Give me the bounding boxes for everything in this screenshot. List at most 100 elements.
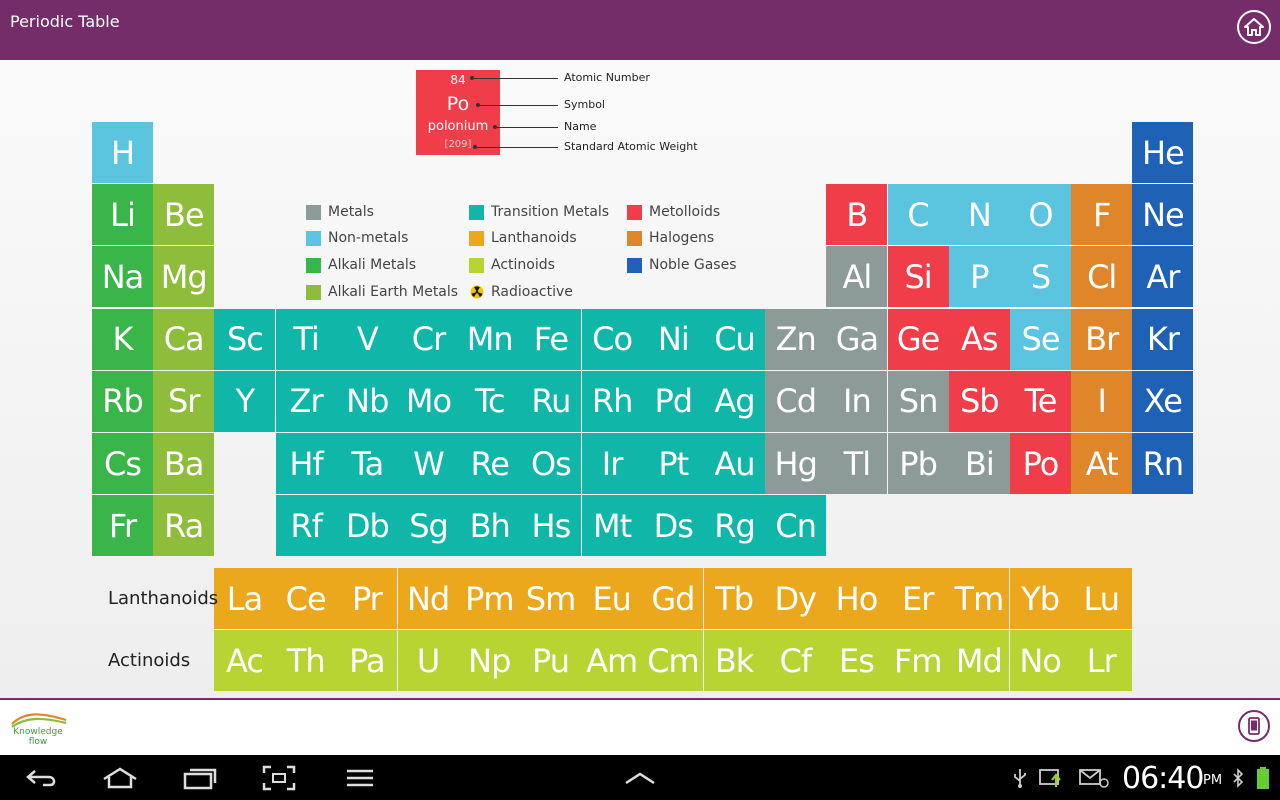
- element-pr[interactable]: Pr: [336, 568, 398, 629]
- element-ta[interactable]: Ta: [336, 433, 398, 494]
- element-w[interactable]: W: [398, 433, 459, 494]
- element-rb[interactable]: Rb: [92, 370, 153, 432]
- element-al[interactable]: Al: [826, 246, 888, 308]
- home-button[interactable]: [1237, 10, 1271, 44]
- element-li[interactable]: Li: [92, 184, 153, 246]
- show-more-button[interactable]: [622, 763, 658, 793]
- element-no[interactable]: No: [1009, 630, 1071, 691]
- element-re[interactable]: Re: [459, 433, 521, 494]
- element-po[interactable]: Po: [1010, 433, 1071, 494]
- element-nb[interactable]: Nb: [336, 370, 398, 432]
- element-eu[interactable]: Eu: [581, 568, 643, 629]
- element-hs[interactable]: Hs: [520, 495, 582, 557]
- element-pt[interactable]: Pt: [642, 433, 704, 494]
- element-ga[interactable]: Ga: [826, 308, 888, 370]
- element-la[interactable]: La: [214, 568, 275, 629]
- element-hf[interactable]: Hf: [275, 433, 337, 494]
- element-at[interactable]: At: [1071, 433, 1133, 494]
- element-md[interactable]: Md: [948, 630, 1010, 691]
- element-ar[interactable]: Ar: [1132, 246, 1194, 308]
- menu-button[interactable]: [344, 763, 376, 793]
- element-nd[interactable]: Nd: [397, 568, 459, 629]
- element-se[interactable]: Se: [1010, 308, 1071, 370]
- element-tb[interactable]: Tb: [703, 568, 765, 629]
- element-am[interactable]: Am: [581, 630, 643, 691]
- element-tm[interactable]: Tm: [948, 568, 1010, 629]
- element-cs[interactable]: Cs: [92, 433, 153, 494]
- element-tc[interactable]: Tc: [459, 370, 521, 432]
- element-ti[interactable]: Ti: [275, 308, 337, 370]
- element-h[interactable]: H: [92, 122, 153, 183]
- element-c[interactable]: C: [887, 184, 949, 246]
- element-ge[interactable]: Ge: [887, 308, 949, 370]
- element-sr[interactable]: Sr: [153, 370, 215, 432]
- element-ds[interactable]: Ds: [642, 495, 704, 557]
- element-k[interactable]: K: [92, 308, 153, 370]
- element-ir[interactable]: Ir: [581, 433, 643, 494]
- element-f[interactable]: F: [1071, 184, 1133, 246]
- element-br[interactable]: Br: [1071, 308, 1133, 370]
- element-dy[interactable]: Dy: [764, 568, 826, 629]
- element-mo[interactable]: Mo: [398, 370, 459, 432]
- recent-apps-button[interactable]: [182, 763, 218, 793]
- element-gd[interactable]: Gd: [642, 568, 704, 629]
- element-o[interactable]: O: [1010, 184, 1071, 246]
- element-rf[interactable]: Rf: [275, 495, 337, 557]
- element-cu[interactable]: Cu: [704, 308, 765, 370]
- element-sc[interactable]: Sc: [214, 308, 276, 370]
- element-kr[interactable]: Kr: [1132, 308, 1194, 370]
- element-th[interactable]: Th: [275, 630, 337, 691]
- element-te[interactable]: Te: [1010, 370, 1071, 432]
- element-zr[interactable]: Zr: [275, 370, 337, 432]
- element-b[interactable]: B: [826, 184, 888, 246]
- element-u[interactable]: U: [397, 630, 459, 691]
- element-cm[interactable]: Cm: [642, 630, 704, 691]
- element-s[interactable]: S: [1010, 246, 1071, 308]
- element-ce[interactable]: Ce: [275, 568, 337, 629]
- element-lr[interactable]: Lr: [1070, 630, 1132, 691]
- screenshot-button[interactable]: [262, 763, 296, 793]
- element-y[interactable]: Y: [214, 370, 276, 432]
- device-button[interactable]: [1238, 710, 1270, 742]
- element-pu[interactable]: Pu: [520, 630, 581, 691]
- home-nav-button[interactable]: [100, 763, 140, 793]
- element-fr[interactable]: Fr: [92, 495, 153, 557]
- element-yb[interactable]: Yb: [1009, 568, 1071, 629]
- element-er[interactable]: Er: [887, 568, 949, 629]
- element-i[interactable]: I: [1071, 370, 1133, 432]
- element-xe[interactable]: Xe: [1132, 370, 1194, 432]
- element-zn[interactable]: Zn: [765, 308, 827, 370]
- element-tl[interactable]: Tl: [826, 433, 888, 494]
- element-n[interactable]: N: [948, 184, 1010, 246]
- element-ac[interactable]: Ac: [214, 630, 275, 691]
- element-mt[interactable]: Mt: [581, 495, 643, 557]
- element-v[interactable]: V: [336, 308, 398, 370]
- element-np[interactable]: Np: [458, 630, 520, 691]
- element-ni[interactable]: Ni: [642, 308, 704, 370]
- element-lu[interactable]: Lu: [1070, 568, 1132, 629]
- element-bi[interactable]: Bi: [948, 433, 1010, 494]
- element-sb[interactable]: Sb: [948, 370, 1010, 432]
- element-fm[interactable]: Fm: [887, 630, 949, 691]
- element-be[interactable]: Be: [153, 184, 215, 246]
- element-ra[interactable]: Ra: [153, 495, 215, 557]
- element-sg[interactable]: Sg: [398, 495, 459, 557]
- element-cn[interactable]: Cn: [765, 495, 827, 557]
- element-rh[interactable]: Rh: [581, 370, 643, 432]
- element-pa[interactable]: Pa: [336, 630, 398, 691]
- element-he[interactable]: He: [1132, 122, 1194, 183]
- element-as[interactable]: As: [948, 308, 1010, 370]
- element-sn[interactable]: Sn: [887, 370, 949, 432]
- element-rn[interactable]: Rn: [1132, 433, 1194, 494]
- back-button[interactable]: [24, 763, 60, 793]
- element-mg[interactable]: Mg: [153, 246, 215, 308]
- element-ne[interactable]: Ne: [1132, 184, 1194, 246]
- element-ag[interactable]: Ag: [704, 370, 765, 432]
- element-cl[interactable]: Cl: [1071, 246, 1133, 308]
- element-p[interactable]: P: [948, 246, 1010, 308]
- element-sm[interactable]: Sm: [520, 568, 581, 629]
- element-ba[interactable]: Ba: [153, 433, 215, 494]
- element-cd[interactable]: Cd: [765, 370, 827, 432]
- element-ca[interactable]: Ca: [153, 308, 215, 370]
- element-co[interactable]: Co: [581, 308, 643, 370]
